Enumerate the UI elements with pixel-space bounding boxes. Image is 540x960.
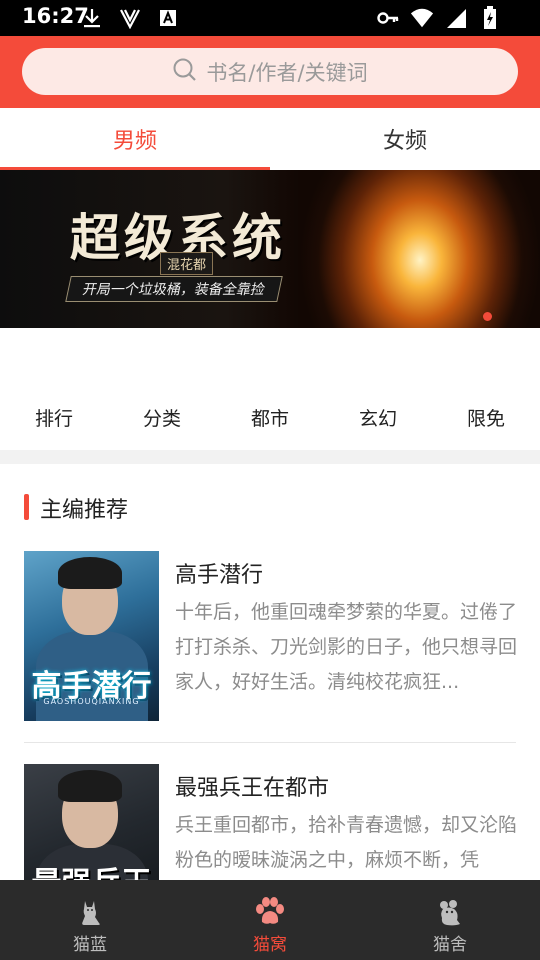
key-icon: [376, 6, 400, 30]
search-header: 书名/作者/关键词: [0, 36, 540, 108]
cover-figure-hair: [58, 557, 122, 589]
tab-female[interactable]: 女频: [270, 108, 540, 170]
banner-subtitle: 开局一个垃圾桶，装备全靠捡: [65, 276, 283, 302]
battery-icon: [478, 6, 502, 30]
bottom-nav: 猫蓝 猫窝 猫舍: [0, 880, 540, 960]
editor-picks-section: 主编推荐 高手潜行 GAOSHOUQIANXING 高手潜行 十年后，他重回魂牵…: [0, 464, 540, 880]
status-time: 16:27: [22, 4, 89, 28]
paw-icon: [252, 894, 288, 930]
category-row: 排行 分类 都市 玄幻 限免: [0, 328, 540, 450]
search-placeholder: 书名/作者/关键词: [206, 60, 368, 85]
book-description: 十年后，他重回魂牵梦萦的华夏。过倦了打打杀杀、刀光剑影的日子，他只想寻回家人，好…: [175, 601, 518, 693]
tab-female-label: 女频: [382, 129, 427, 154]
banner-badge: 混花都: [160, 252, 214, 275]
promo-banner[interactable]: 超级系统 混花都 开局一个垃圾桶，装备全靠捡: [0, 170, 540, 328]
book-item[interactable]: 高手潜行 GAOSHOUQIANXING 高手潜行 十年后，他重回魂牵梦萦的华夏…: [0, 551, 540, 747]
nav-label: 猫蓝: [73, 935, 107, 955]
v-icon: [118, 6, 142, 30]
book-title[interactable]: 最强兵王在都市: [175, 770, 329, 802]
list-divider: [24, 742, 516, 743]
category-urban[interactable]: 都市: [216, 404, 324, 431]
wifi-icon: [410, 6, 434, 30]
signal-icon: [444, 6, 468, 30]
search-icon: [172, 57, 198, 87]
cover-pinyin-text: GAOSHOUQIANXING: [43, 697, 140, 706]
cover-figure-hair: [58, 770, 122, 802]
carousel-indicator-dot[interactable]: [483, 312, 492, 321]
mouse-icon: [432, 894, 468, 930]
nav-item-maolan[interactable]: 猫蓝: [0, 880, 180, 960]
nav-label: 猫窝: [253, 935, 287, 955]
tab-male-label: 男频: [112, 129, 157, 154]
book-cover[interactable]: 高手潜行 GAOSHOUQIANXING: [24, 551, 159, 721]
category-fantasy[interactable]: 玄幻: [324, 404, 432, 431]
category-classify[interactable]: 分类: [108, 404, 216, 431]
book-cover[interactable]: 最强兵王: [24, 764, 159, 880]
nav-item-maowo[interactable]: 猫窝: [180, 880, 360, 960]
tab-male[interactable]: 男频: [0, 108, 270, 170]
cat-icon: [72, 894, 108, 930]
cover-title-text: 最强兵王: [28, 858, 155, 880]
section-title: 主编推荐: [40, 498, 129, 523]
category-free[interactable]: 限免: [432, 404, 540, 431]
a-box-icon: [156, 6, 180, 30]
search-input[interactable]: 书名/作者/关键词: [22, 48, 518, 95]
book-description: 兵王重回都市，拾补青春遗憾，却又沦陷粉色的暧昧漩涡之中，麻烦不断，凭: [175, 814, 518, 871]
book-item[interactable]: 最强兵王 最强兵王在都市 兵王重回都市，拾补青春遗憾，却又沦陷粉色的暧昧漩涡之中…: [0, 764, 540, 880]
category-ranking[interactable]: 排行: [0, 404, 108, 431]
book-title[interactable]: 高手潜行: [175, 557, 263, 589]
download-icon: [80, 6, 104, 30]
nav-label: 猫舍: [433, 935, 467, 955]
nav-item-maoshe[interactable]: 猫舍: [360, 880, 540, 960]
section-accent-bar: [24, 494, 29, 520]
status-bar: 16:27: [0, 0, 540, 36]
gender-tabs: 男频 女频: [0, 108, 540, 170]
